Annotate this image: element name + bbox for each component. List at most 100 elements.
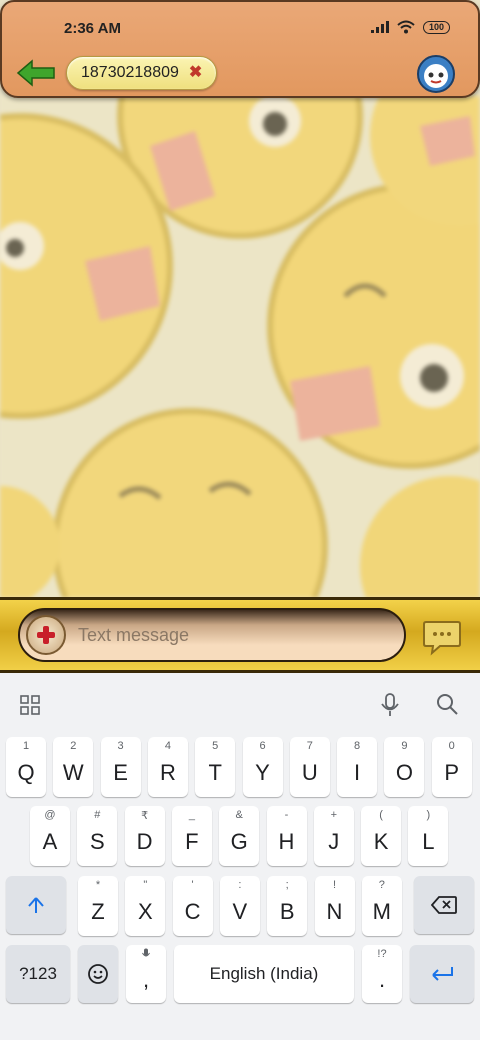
conversation-background — [0, 96, 480, 598]
key-g[interactable]: & G — [219, 806, 260, 866]
key-u[interactable]: 7U — [289, 737, 330, 797]
comma-key[interactable]: , — [126, 945, 166, 1003]
key-label: S — [89, 829, 105, 854]
battery-indicator: 100 — [422, 20, 450, 34]
key-label: Y — [255, 760, 270, 785]
key-label: F — [185, 829, 199, 854]
key-hint: ! — [332, 879, 337, 891]
period-key[interactable]: !? . — [362, 945, 402, 1003]
key-w[interactable]: 2W — [53, 737, 94, 797]
search-icon[interactable] — [436, 693, 458, 715]
key-label: C — [184, 899, 201, 924]
apps-grid-icon[interactable] — [20, 695, 40, 715]
key-s[interactable]: # S — [77, 806, 118, 866]
enter-arrow-icon — [432, 967, 453, 981]
key-label: A — [42, 829, 58, 854]
key-j[interactable]: + J — [313, 806, 354, 866]
key-hint: & — [235, 809, 243, 821]
key-m[interactable]: ? M — [361, 876, 402, 936]
comma-mic-hint — [126, 948, 166, 962]
key-hint: * — [95, 879, 101, 891]
key-l[interactable]: ) L — [408, 806, 449, 866]
key-label: Q — [17, 760, 35, 785]
status-icons: 100 — [370, 20, 450, 34]
key-label: N — [326, 899, 343, 924]
key-hint: 4 — [164, 740, 171, 752]
key-v[interactable]: :V — [219, 876, 260, 936]
space-key[interactable]: English (India) — [174, 945, 354, 1003]
on-screen-keyboard: 1Q2W3E4R5T6Y7U8I9O0P @ A # S ₹ D _ F & G - H + J(K) L … — [0, 673, 480, 1040]
key-label: D — [136, 829, 153, 854]
key-hint: ) — [426, 809, 431, 821]
key-label: P — [444, 760, 460, 785]
period-hint: !? — [377, 948, 387, 960]
key-hint: ; — [285, 879, 289, 891]
key-b[interactable]: ; B — [267, 876, 308, 936]
key-n[interactable]: ! N — [314, 876, 355, 936]
backspace-icon — [431, 896, 457, 914]
key-y[interactable]: 6Y — [242, 737, 283, 797]
key-hint: : — [238, 879, 242, 891]
remove-recipient-icon[interactable]: ✖ — [189, 65, 202, 81]
key-label: K — [373, 829, 389, 854]
emoji-key[interactable] — [78, 945, 118, 1003]
attach-button[interactable] — [26, 615, 66, 655]
key-t[interactable]: 5T — [195, 737, 236, 797]
key-x[interactable]: " X — [125, 876, 166, 936]
key-h[interactable]: -H — [266, 806, 307, 866]
key-p[interactable]: 0P — [431, 737, 472, 797]
message-composer — [0, 597, 480, 673]
key-hint: + — [330, 809, 338, 821]
comma-label: , — [142, 967, 150, 992]
key-label: I — [354, 760, 361, 785]
key-o[interactable]: 9O — [384, 737, 425, 797]
shift-key[interactable] — [6, 876, 66, 934]
key-z[interactable]: * Z — [78, 876, 118, 936]
message-input-container — [18, 608, 406, 662]
key-f[interactable]: _ F — [171, 806, 212, 866]
recipient-chip[interactable]: 18730218809 ✖ — [66, 56, 218, 90]
symbols-key[interactable]: ?123 — [6, 945, 70, 1003]
key-d[interactable]: ₹ D — [124, 806, 165, 866]
key-hint: - — [284, 809, 289, 821]
key-hint: @ — [44, 809, 56, 821]
key-a[interactable]: @ A — [30, 806, 70, 866]
enter-key[interactable] — [410, 945, 474, 1003]
microphone-icon[interactable] — [380, 693, 400, 717]
status-time: 2:36 AM — [64, 20, 121, 37]
backspace-key[interactable] — [414, 876, 474, 934]
key-label: E — [113, 760, 128, 785]
key-hint: 5 — [212, 740, 219, 752]
signal-icon — [370, 21, 389, 33]
key-c[interactable]: ' C — [172, 876, 213, 936]
send-message-icon[interactable] — [422, 618, 462, 656]
message-input[interactable] — [78, 624, 378, 646]
back-arrow-icon[interactable] — [16, 58, 56, 88]
key-hint: 2 — [70, 740, 77, 752]
key-label: V — [232, 899, 248, 924]
key-hint: ? — [378, 879, 385, 891]
key-hint: # — [94, 809, 101, 821]
key-r[interactable]: 4R — [147, 737, 188, 797]
period-label: . — [378, 967, 386, 992]
key-i[interactable]: 8I — [337, 737, 378, 797]
key-k[interactable]: (K — [361, 806, 402, 866]
key-label: T — [208, 760, 222, 785]
key-hint: 7 — [306, 740, 313, 752]
key-label: B — [279, 899, 295, 924]
key-hint: 1 — [22, 740, 30, 752]
key-q[interactable]: 1Q — [6, 737, 46, 797]
key-hint: _ — [188, 809, 195, 821]
key-e[interactable]: 3E — [100, 737, 141, 797]
wifi-icon — [397, 20, 415, 34]
contact-avatar[interactable] — [416, 54, 456, 94]
shift-arrow-icon — [28, 897, 44, 913]
key-label: O — [395, 760, 413, 785]
key-label: M — [372, 899, 391, 924]
key-hint: 0 — [448, 740, 455, 752]
smiley-icon — [88, 964, 108, 984]
conversation-header: 2:36 AM 100 18730218809 ✖ — [0, 0, 480, 98]
key-label: R — [159, 760, 176, 785]
recipient-number: 18730218809 — [81, 64, 179, 81]
key-hint: 9 — [401, 740, 408, 752]
